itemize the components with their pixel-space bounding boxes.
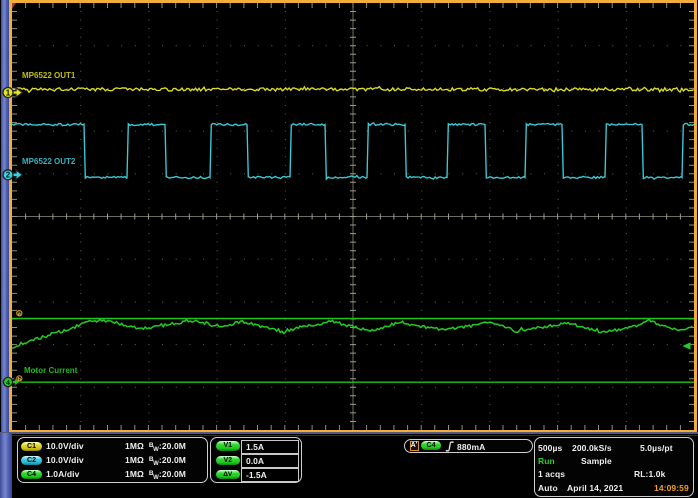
svg-text:MP6522 OUT1: MP6522 OUT1 bbox=[22, 71, 76, 80]
svg-text:1: 1 bbox=[6, 88, 11, 97]
svg-text:Motor Current: Motor Current bbox=[24, 366, 78, 375]
svg-text:2: 2 bbox=[6, 171, 11, 180]
svg-text:MP6522 OUT2: MP6522 OUT2 bbox=[22, 157, 76, 166]
